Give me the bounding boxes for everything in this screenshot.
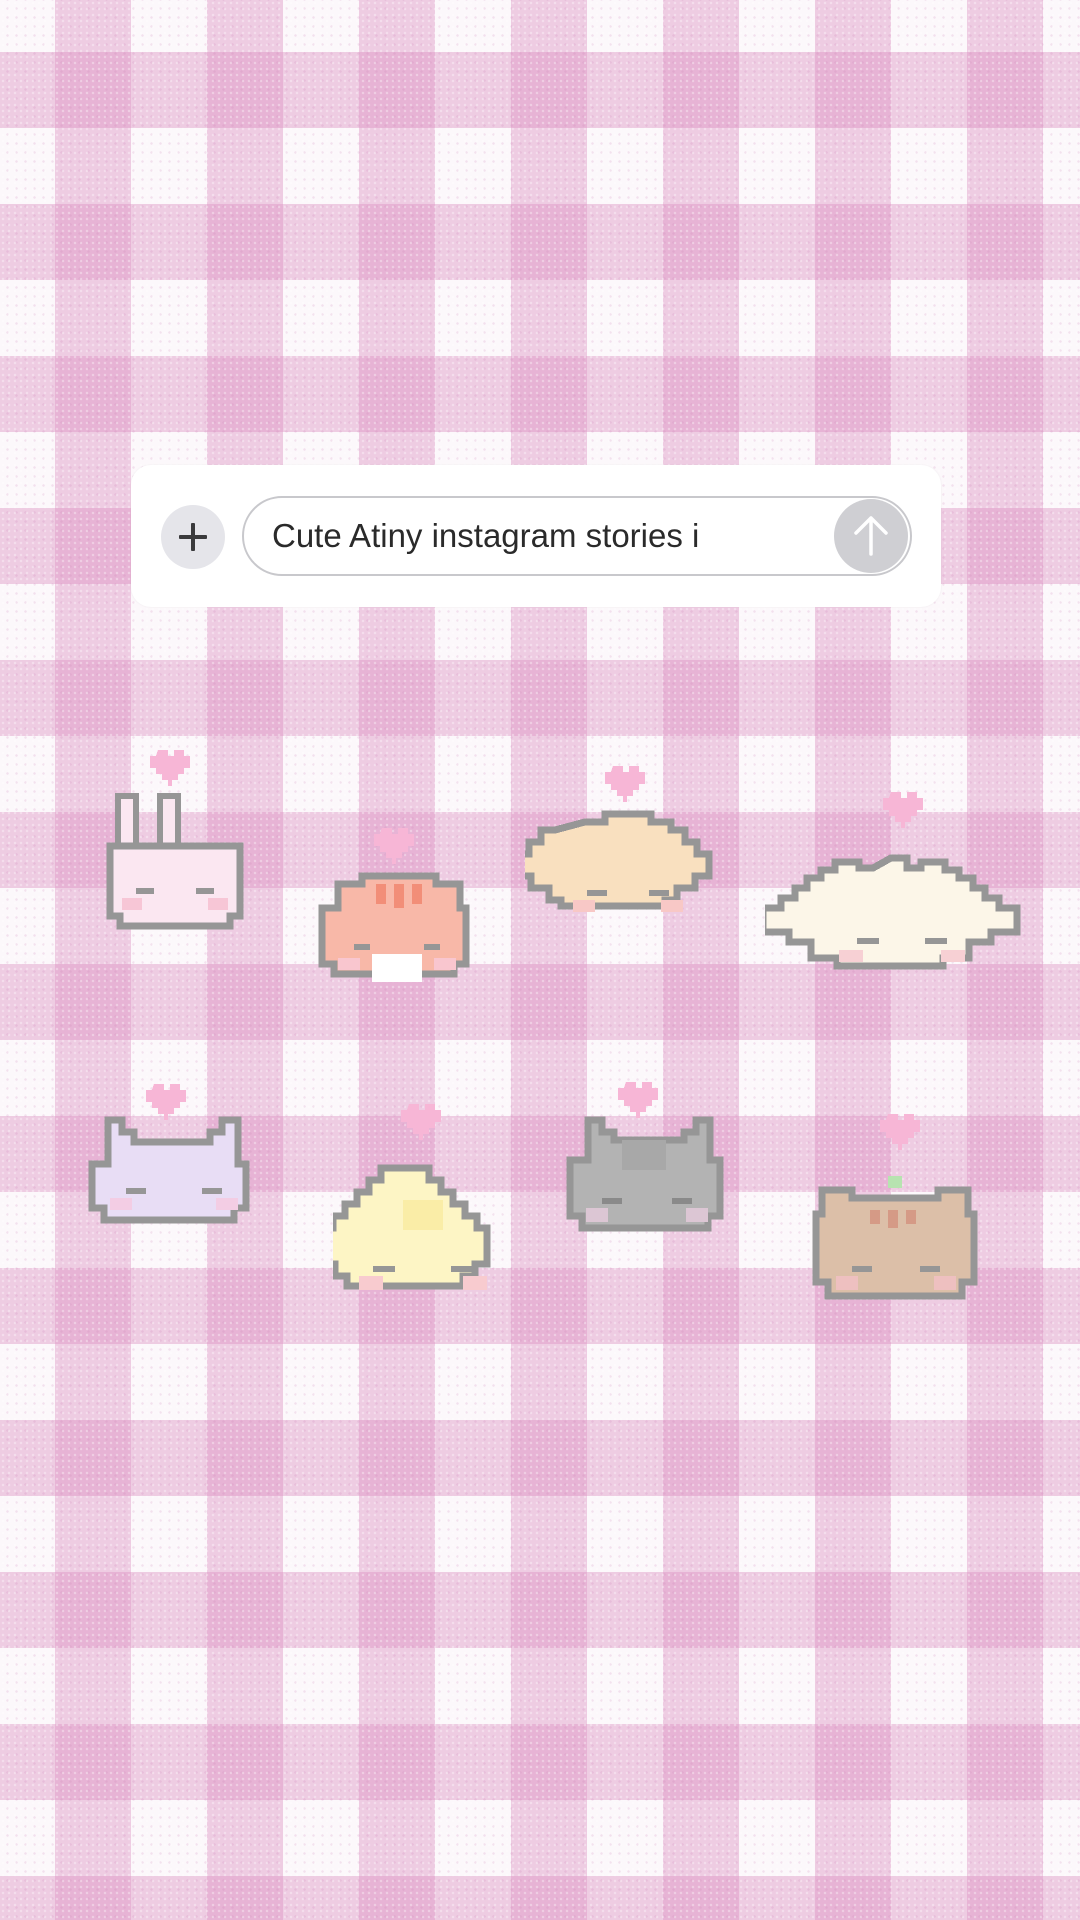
sheep-sticker — [765, 788, 1035, 988]
arrow-up-icon — [854, 516, 888, 556]
add-attachment-button[interactable] — [161, 505, 225, 569]
chick-sticker — [333, 1100, 513, 1320]
send-button[interactable] — [834, 499, 908, 573]
puppy-sticker — [525, 762, 735, 942]
message-input-field[interactable]: Cute Atiny instagram stories i — [242, 496, 912, 576]
plus-icon — [179, 523, 207, 551]
message-composer: Cute Atiny instagram stories i — [131, 465, 941, 607]
message-input-text: Cute Atiny instagram stories i — [272, 517, 700, 554]
bunny-sticker — [100, 742, 250, 937]
lavender-cat-sticker — [86, 1080, 261, 1240]
gray-cat-sticker — [562, 1078, 732, 1258]
brown-bear-sticker — [812, 1110, 982, 1330]
hamster-sticker — [318, 820, 478, 1000]
